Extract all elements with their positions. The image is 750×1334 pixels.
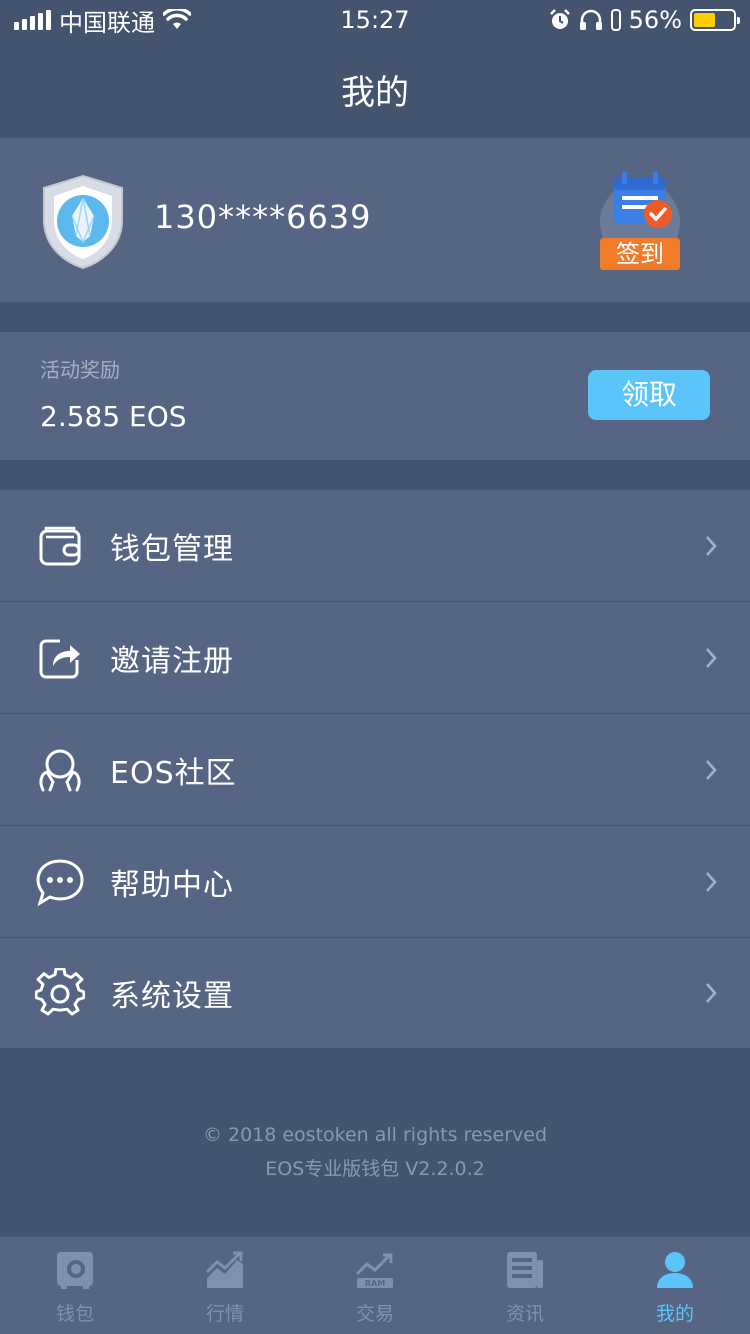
version-text: EOS专业版钱包 V2.2.0.2 [265, 1158, 485, 1180]
tab-wallet[interactable]: 钱包 [0, 1237, 150, 1334]
tab-label: 行情 [205, 1303, 244, 1325]
battery-fill [694, 13, 716, 27]
copyright-text: © 2018 eostoken all rights reserved [202, 1124, 548, 1146]
chevron-right-icon [706, 647, 717, 668]
eos-shield-avatar-icon [43, 174, 123, 270]
menu-label: 系统设置 [110, 979, 234, 1014]
tab-market[interactable]: 行情 [150, 1237, 300, 1334]
rotation-lock-icon [610, 9, 621, 31]
wallet-icon [34, 520, 86, 572]
calendar-check-icon [614, 172, 672, 228]
status-right: 56% [549, 6, 740, 34]
market-chart-icon [204, 1249, 246, 1291]
navigation-bar: 我的 [0, 40, 750, 138]
status-left: 中国联通 [14, 3, 191, 38]
reward-card: 活动奖励 2.585 EOS 领取 [0, 332, 750, 460]
news-icon [504, 1249, 546, 1291]
signal-icon [14, 10, 51, 30]
menu-item-eos-community[interactable]: EOS社区 [0, 714, 750, 826]
checkin-label: 签到 [600, 238, 680, 270]
menu-item-help-center[interactable]: 帮助中心 [0, 826, 750, 938]
menu-item-wallet-management[interactable]: 钱包管理 [0, 490, 750, 602]
gear-icon [34, 967, 86, 1019]
footer: © 2018 eostoken all rights reserved EOS专… [0, 1118, 750, 1186]
checkin-button[interactable]: 签到 [598, 172, 682, 270]
menu-label: 钱包管理 [110, 531, 234, 567]
page-title: 我的 [341, 72, 409, 113]
tab-trade[interactable]: RAM 交易 [300, 1237, 450, 1334]
battery-icon [690, 9, 740, 31]
settings-menu: 钱包管理 邀请注册 EOS社区 帮助中心 系统设置 [0, 490, 750, 1048]
menu-label: 帮助中心 [110, 867, 234, 903]
tab-label: 交易 [355, 1303, 394, 1325]
carrier-label: 中国联通 [59, 8, 155, 37]
chevron-right-icon [706, 535, 717, 556]
profile-card[interactable]: 130****6639 签到 [0, 138, 750, 302]
share-icon [34, 632, 86, 684]
tab-label: 资讯 [505, 1303, 544, 1325]
wifi-icon [163, 9, 191, 29]
svg-text:RAM: RAM [365, 1279, 385, 1288]
chat-icon [34, 856, 86, 908]
chevron-right-icon [706, 759, 717, 780]
menu-label: 邀请注册 [110, 643, 234, 679]
community-icon [34, 744, 86, 796]
claim-button[interactable]: 领取 [588, 370, 710, 420]
ram-trade-icon: RAM [354, 1249, 396, 1291]
user-icon [654, 1249, 696, 1291]
user-phone: 130****6639 [154, 198, 372, 236]
alarm-icon [549, 9, 570, 29]
tab-label: 钱包 [55, 1303, 94, 1325]
menu-item-system-settings[interactable]: 系统设置 [0, 938, 750, 1048]
reward-label: 活动奖励 [40, 358, 120, 382]
tab-news[interactable]: 资讯 [450, 1237, 600, 1334]
safe-icon [54, 1249, 96, 1291]
status-bar: 中国联通 56% [0, 0, 750, 40]
reward-value: 2.585 EOS [40, 400, 187, 433]
menu-label: EOS社区 [110, 755, 237, 791]
chevron-right-icon [706, 871, 717, 892]
battery-percent: 56% [628, 6, 682, 34]
menu-item-invite-register[interactable]: 邀请注册 [0, 602, 750, 714]
tab-label: 我的 [655, 1303, 694, 1325]
chevron-right-icon [706, 983, 717, 1003]
headphones-icon [579, 9, 602, 30]
tab-bar: 钱包 行情 RAM 交易 资讯 我的 [0, 1236, 750, 1334]
tab-me[interactable]: 我的 [600, 1237, 750, 1334]
